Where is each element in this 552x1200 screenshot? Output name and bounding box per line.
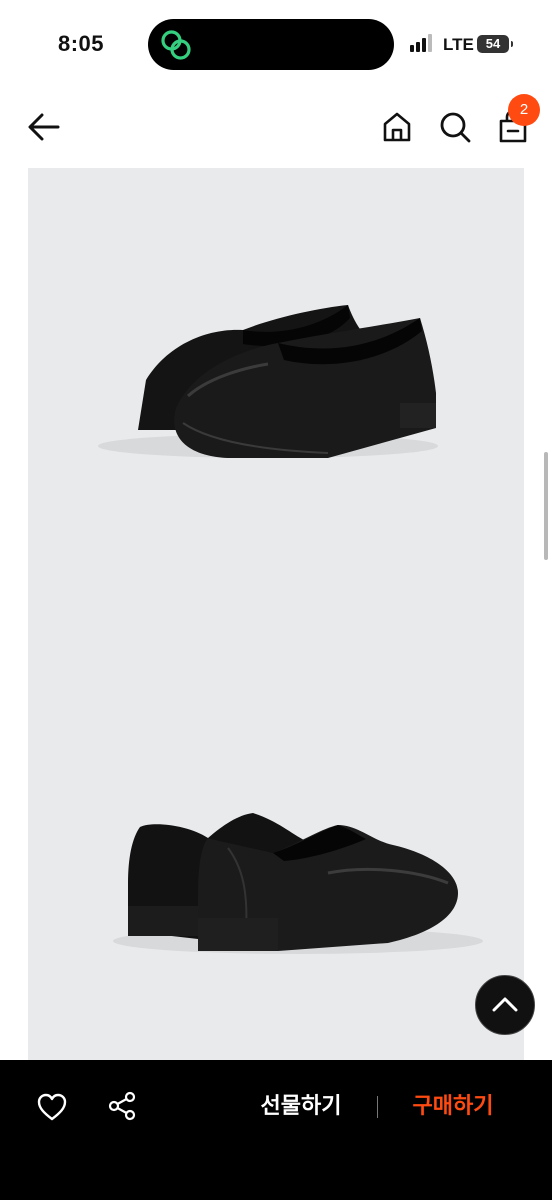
search-button[interactable] <box>436 108 474 146</box>
chevron-up-icon <box>492 997 518 1012</box>
buy-button[interactable]: 구매하기 <box>398 1092 508 1122</box>
loafer-pair-back-illustration <box>113 813 483 954</box>
product-image-front <box>28 168 524 613</box>
heart-icon <box>37 1093 67 1121</box>
share-button[interactable] <box>106 1090 138 1122</box>
home-icon <box>383 112 411 142</box>
gift-button[interactable]: 선물하기 <box>246 1092 356 1122</box>
wishlist-button[interactable] <box>36 1092 68 1122</box>
dynamic-island <box>148 19 394 70</box>
scroll-to-top-button[interactable] <box>475 975 535 1035</box>
search-icon <box>440 112 471 143</box>
signal-strength-icon <box>410 34 432 52</box>
loafer-pair-front-illustration <box>98 305 438 458</box>
status-bar: 8:05 LTE 54 <box>0 0 552 90</box>
arrow-left-icon <box>28 113 60 141</box>
link-rings-icon <box>161 30 191 60</box>
battery-indicator: 54 <box>477 35 513 53</box>
status-time: 8:05 <box>58 31 105 56</box>
bottom-action-bar: 선물하기 구매하기 <box>0 1060 552 1200</box>
home-button[interactable] <box>378 108 416 146</box>
carrier-label: LTE <box>443 35 474 54</box>
product-image-back <box>28 613 524 1060</box>
bottom-bar-divider <box>377 1096 378 1118</box>
top-nav-header <box>0 90 552 168</box>
cart-count-badge: 2 <box>508 94 540 126</box>
back-button[interactable] <box>24 110 64 144</box>
share-icon <box>108 1091 136 1121</box>
scroll-indicator[interactable] <box>544 452 548 560</box>
